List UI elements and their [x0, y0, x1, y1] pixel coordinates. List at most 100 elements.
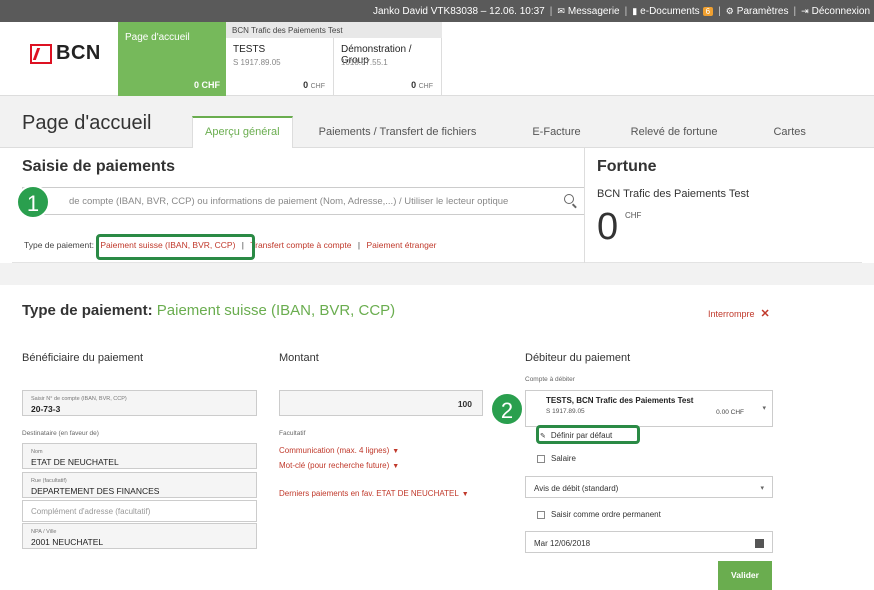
debit-account-number: S 1917.89.05: [546, 408, 585, 415]
separator: |: [357, 240, 361, 250]
gear-icon: ⚙: [725, 5, 734, 16]
top-bar: Janko David VTK83038 – 12.06. 10:37 | ✉ …: [0, 0, 874, 22]
page-title-bar: Page d'accueil Aperçu général Paiements …: [0, 96, 874, 148]
debit-account-label: Compte à débiter: [525, 376, 575, 383]
edocuments-link[interactable]: e-Documents: [640, 6, 699, 17]
field-label: NPA / Ville: [31, 529, 57, 535]
home-account-tile[interactable]: Page d'accueil 0 CHF: [118, 22, 226, 96]
fortune-title: Fortune: [597, 158, 657, 175]
payment-type-foreign-link[interactable]: Paiement étranger: [366, 240, 436, 250]
fortune-currency: CHF: [625, 211, 642, 220]
bcn-logo[interactable]: BCN: [30, 42, 101, 65]
communication-label: Communication (max. 4 lignes): [279, 446, 390, 455]
payment-form-title: Type de paiement: Paiement suisse (IBAN,…: [22, 302, 395, 319]
close-icon: ✕: [760, 308, 770, 320]
standing-order-checkbox[interactable]: Saisir comme ordre permanent: [537, 510, 661, 519]
last-payments-label: Derniers paiements en fav. ETAT DE NEUCH…: [279, 489, 459, 498]
page-title: Page d'accueil: [22, 112, 152, 134]
screen: { "topbar": { "user": "Janko David VTK83…: [0, 0, 874, 590]
messaging-link[interactable]: Messagerie: [568, 6, 620, 17]
optional-label: Facultatif: [279, 430, 306, 437]
bcn-logo-mark: [30, 43, 52, 64]
submit-button[interactable]: Valider: [718, 561, 772, 590]
beneficiary-account-field[interactable]: Saisir N° de compte (IBAN, BVR, CCP) 20-…: [22, 390, 257, 416]
main-tabs: Aperçu général Paiements / Transfert de …: [192, 116, 832, 148]
home-tile-amount: 0 CHF: [193, 80, 220, 90]
separator: |: [624, 5, 628, 17]
execution-date-value: Mar 12/06/2018: [534, 539, 591, 548]
tab-cards[interactable]: Cartes: [761, 116, 817, 148]
account-amount: 0 CHF: [411, 80, 433, 90]
keyword-link[interactable]: Mot-clé (pour recherche future) ▼: [279, 461, 399, 470]
account-name: TESTS: [233, 44, 266, 55]
interrupt-label: Interrompre: [708, 309, 755, 319]
beneficiary-street-field[interactable]: Rue (facultatif) DEPARTEMENT DES FINANCE…: [22, 472, 257, 498]
beneficiary-city-field[interactable]: NPA / Ville 2001 NEUCHATEL: [22, 523, 257, 549]
field-label: Nom: [31, 449, 43, 455]
payment-type-prefix: Type de paiement:: [22, 302, 153, 319]
highlight-box-swiss-payment: [96, 234, 255, 260]
separator: |: [549, 5, 553, 17]
search-icon[interactable]: [564, 194, 574, 204]
logout-link[interactable]: Déconnexion: [812, 6, 870, 17]
amount-input[interactable]: 100: [279, 390, 483, 416]
communication-link[interactable]: Communication (max. 4 lignes) ▼: [279, 446, 399, 455]
section-gap: [0, 263, 874, 285]
step-2-marker: 2: [490, 392, 524, 426]
separator: |: [793, 5, 797, 17]
highlight-box-default: [536, 425, 640, 444]
tab-payments[interactable]: Paiements / Transfert de fichiers: [307, 116, 489, 148]
debit-account-select[interactable]: TESTS, BCN Trafic des Paiements Test S 1…: [525, 390, 773, 427]
settings-link[interactable]: Paramètres: [737, 6, 789, 17]
chevron-down-icon: ▼: [392, 448, 400, 455]
interrupt-button[interactable]: Interrompre ✕: [708, 307, 770, 320]
debit-notice-select[interactable]: Avis de débit (standard) ▾: [525, 476, 773, 498]
field-value: 2001 NEUCHATEL: [31, 537, 104, 547]
account-amount: 0 CHF: [303, 80, 325, 90]
account-number: S 1917.89.05: [233, 58, 281, 67]
calendar-icon[interactable]: [755, 539, 764, 548]
recipient-label: Destinataire (en faveur de): [22, 430, 99, 437]
salary-checkbox[interactable]: Salaire: [537, 454, 576, 463]
chevron-down-icon: ▾: [762, 405, 766, 412]
beneficiary-header: Bénéficiaire du paiement: [22, 352, 144, 364]
account-tile-demonstration[interactable]: Démonstration / Group 1018.07.55.1 0 CHF: [334, 38, 442, 96]
beneficiary-name-field[interactable]: Nom ETAT DE NEUCHATEL: [22, 443, 257, 469]
tab-ebill[interactable]: E-Facture: [520, 116, 592, 148]
payment-form-panel: Type de paiement: Paiement suisse (IBAN,…: [12, 285, 862, 590]
document-icon: ▮: [632, 5, 638, 16]
tab-overview[interactable]: Aperçu général: [192, 116, 293, 148]
separator: |: [718, 5, 721, 17]
field-placeholder: Complément d'adresse (facultatif): [31, 507, 151, 516]
payment-type-label: Type de paiement:: [24, 240, 94, 250]
field-value: ETAT DE NEUCHATEL: [31, 457, 119, 467]
payment-entry-panel: Saisie de paiements de compte (IBAN, BVR…: [12, 148, 862, 263]
checkbox-box: [537, 510, 545, 519]
edocuments-count-badge: 6: [702, 6, 714, 16]
fortune-subtitle: BCN Trafic des Paiements Test: [597, 188, 750, 200]
last-payments-link[interactable]: Derniers paiements en fav. ETAT DE NEUCH…: [279, 489, 469, 498]
chevron-down-icon: ▼: [392, 463, 400, 470]
fortune-value: 0: [597, 206, 619, 248]
salary-label: Salaire: [551, 454, 576, 463]
debtor-header: Débiteur du paiement: [525, 352, 631, 364]
payment-type-transfer-link[interactable]: Transfert compte à compte: [250, 240, 351, 250]
payment-type-value: Paiement suisse (IBAN, BVR, CCP): [156, 302, 396, 319]
beneficiary-address-field[interactable]: Complément d'adresse (facultatif): [22, 500, 257, 522]
debit-account-name: TESTS, BCN Trafic des Paiements Test: [546, 396, 694, 405]
debit-account-balance: 0.00 CHF: [716, 409, 744, 416]
tab-wealth-statement[interactable]: Relevé de fortune: [619, 116, 730, 148]
field-label: Saisir N° de compte (IBAN, BVR, CCP): [31, 396, 127, 402]
user-session-label: Janko David VTK83038 – 12.06. 10:37: [372, 5, 545, 17]
field-value: 20-73-3: [31, 404, 61, 414]
chevron-down-icon: ▼: [461, 491, 469, 498]
step-1-marker: 1: [16, 185, 50, 219]
chevron-down-icon: ▾: [760, 485, 764, 492]
keyword-label: Mot-clé (pour recherche future): [279, 461, 390, 470]
account-tile-tests[interactable]: TESTS S 1917.89.05 0 CHF: [226, 38, 334, 96]
account-group-title: BCN Trafic des Paiements Test: [226, 22, 442, 38]
execution-date-input[interactable]: Mar 12/06/2018: [525, 531, 773, 553]
payment-search-input[interactable]: de compte (IBAN, BVR, CCP) ou informatio…: [22, 187, 585, 215]
account-number: 1018.07.55.1: [341, 58, 388, 67]
fortune-panel: Fortune BCN Trafic des Paiements Test 0 …: [584, 148, 862, 263]
